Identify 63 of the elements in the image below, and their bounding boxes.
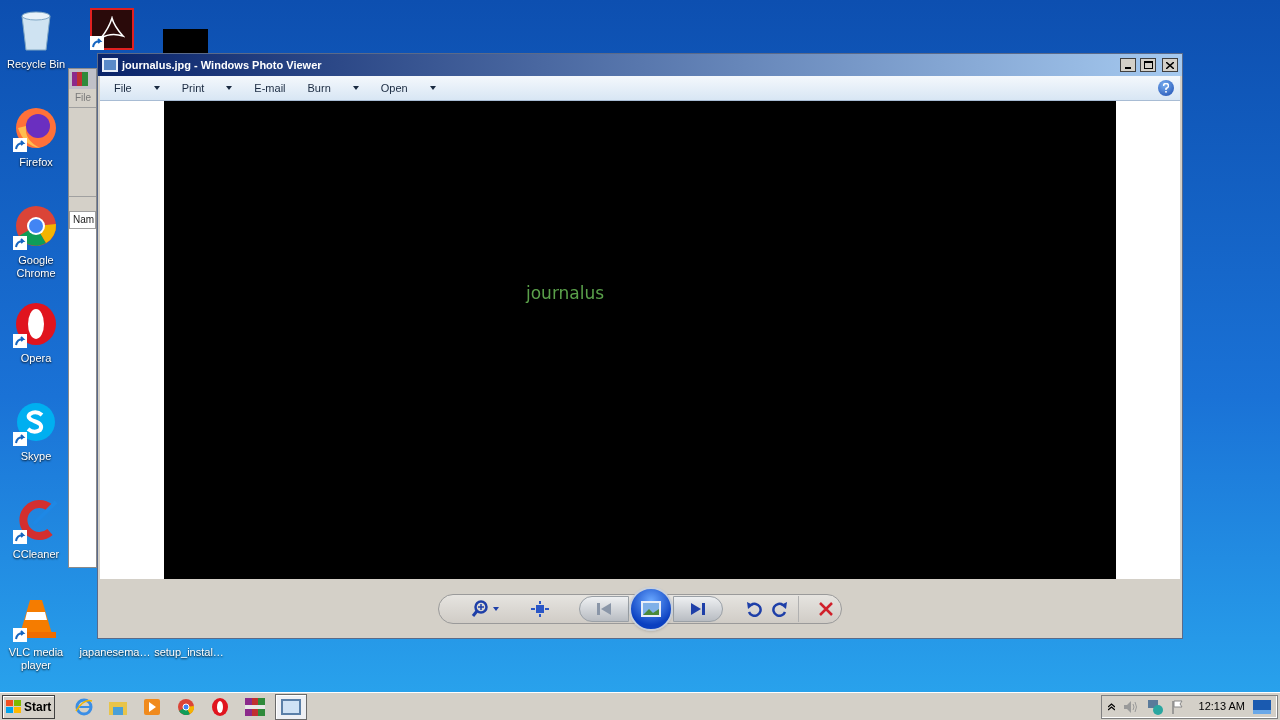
winrar-icon <box>72 72 88 86</box>
desktop-icon-label[interactable]: Opera <box>4 352 68 365</box>
network-icon <box>1146 698 1163 715</box>
menu-button[interactable]: Print <box>181 79 205 97</box>
desktop-icon-label[interactable]: Recycle Bin <box>4 58 68 71</box>
shortcut-arrow-icon <box>13 432 27 446</box>
maximize-button[interactable] <box>1140 58 1156 72</box>
window-title: journalus.jpg - Windows Photo Viewer <box>122 57 323 73</box>
close-icon <box>819 601 833 616</box>
column-header[interactable]: Nam <box>69 211 96 229</box>
slideshow-button[interactable] <box>629 586 673 631</box>
shortcut-arrow-icon <box>13 628 27 642</box>
shortcut-arrow-icon <box>13 138 27 152</box>
desktop-icon-label[interactable]: Firefox <box>4 156 68 169</box>
books-icon <box>245 697 266 716</box>
menu-button[interactable]: Burn <box>307 79 331 97</box>
menu-button[interactable]: File <box>114 79 132 97</box>
shortcut-arrow-icon <box>13 236 27 250</box>
magnifier-icon <box>471 599 489 618</box>
skype-icon <box>14 400 58 444</box>
opera-icon <box>14 302 58 346</box>
play-icon <box>144 698 161 715</box>
menu-button[interactable]: Open <box>380 79 408 97</box>
question-icon <box>1163 83 1169 93</box>
minimize-icon <box>1125 67 1131 69</box>
start-button[interactable]: Start <box>2 694 56 719</box>
image-text: journalus <box>526 282 605 305</box>
show-desktop-icon <box>1253 699 1271 714</box>
desktop-icon-image <box>163 29 208 53</box>
rotate-left-icon <box>746 600 762 617</box>
flag-icon <box>1170 699 1185 714</box>
opera-icon <box>212 697 229 716</box>
speaker-icon <box>1122 699 1139 714</box>
shortcut-arrow-icon <box>13 334 27 348</box>
desktop-icon-label[interactable]: Skype <box>4 450 68 463</box>
shortcut-arrow-icon <box>90 36 104 50</box>
rotate-right-icon <box>771 600 788 617</box>
picture-icon <box>281 698 302 715</box>
close-button[interactable] <box>1162 58 1178 72</box>
picture-icon <box>102 58 118 72</box>
taskbar-button[interactable] <box>275 693 308 720</box>
desktop-icon-label[interactable]: Google Chrome <box>4 254 68 280</box>
previous-icon <box>597 602 611 615</box>
chrome-icon <box>14 204 58 248</box>
next-button[interactable] <box>673 595 723 622</box>
rotate-right-button[interactable] <box>769 595 799 622</box>
fit-icon <box>531 600 549 617</box>
minimize-button[interactable] <box>1120 58 1136 72</box>
desktop-icon-label[interactable]: CCleaner <box>4 548 68 561</box>
help-button[interactable] <box>1158 80 1174 96</box>
windows-logo-icon <box>6 699 22 714</box>
close-icon <box>1166 61 1174 69</box>
chevron-up-icon <box>1107 702 1115 711</box>
maximize-icon <box>1143 61 1153 69</box>
caret-icon <box>493 606 499 611</box>
shortcut-arrow-icon <box>13 530 27 544</box>
browser-e-icon <box>75 697 94 716</box>
firefox-icon <box>14 106 58 150</box>
next-icon <box>691 602 705 615</box>
clock[interactable]: 12:13 AM <box>1198 698 1245 715</box>
picture-icon <box>641 600 661 617</box>
menu-button[interactable]: E-mail <box>254 79 286 97</box>
chrome-icon <box>178 698 195 715</box>
